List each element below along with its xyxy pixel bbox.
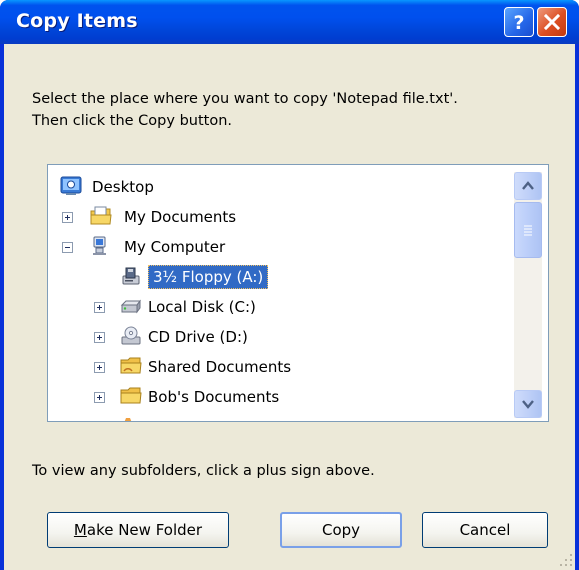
cancel-button[interactable]: Cancel bbox=[422, 512, 548, 548]
help-icon: ? bbox=[513, 12, 524, 34]
tree-item-label: 3½ Floppy (A:) bbox=[148, 265, 269, 289]
tree-item-label: My Computer bbox=[124, 238, 226, 256]
make-new-folder-button[interactable]: Make New Folder bbox=[47, 512, 229, 548]
tree-item-label: CD Drive (D:) bbox=[148, 328, 248, 346]
floppy-drive-icon bbox=[122, 267, 140, 285]
expand-toggle[interactable] bbox=[94, 332, 105, 343]
scroll-up-button[interactable] bbox=[514, 172, 542, 200]
scroll-thumb[interactable] bbox=[514, 202, 542, 258]
expand-toggle[interactable] bbox=[94, 362, 105, 373]
hard-disk-icon bbox=[120, 299, 141, 314]
my-documents-icon bbox=[90, 206, 112, 225]
expand-toggle[interactable] bbox=[94, 392, 105, 403]
tree-item-local-disk-c[interactable]: Local Disk (C:) bbox=[94, 295, 494, 321]
my-computer-icon bbox=[93, 236, 106, 255]
cd-drive-icon bbox=[121, 326, 141, 345]
tree-item-label: My Documents bbox=[124, 208, 237, 226]
tree-item-label: Desktop bbox=[92, 178, 154, 196]
tree-item-label: Shared Documents bbox=[148, 358, 292, 376]
tree-item-my-documents[interactable]: My Documents bbox=[62, 205, 502, 231]
chevron-down-icon bbox=[522, 400, 534, 409]
svg-text:?: ? bbox=[513, 12, 524, 34]
copy-button[interactable]: Copy bbox=[280, 512, 402, 548]
folder-icon bbox=[120, 387, 142, 404]
accelerator-letter: M bbox=[73, 521, 87, 539]
button-label: ake New Folder bbox=[86, 521, 203, 539]
tree-item-floppy-a[interactable]: 3½ Floppy (A:) bbox=[120, 265, 420, 291]
close-icon bbox=[543, 13, 561, 31]
folder-tree[interactable]: Desktop My Documents My Computer 3½ Flop… bbox=[47, 164, 549, 422]
tree-item-label: Local Disk (C:) bbox=[148, 298, 256, 316]
grip-lines-icon bbox=[524, 225, 532, 236]
expand-toggle[interactable] bbox=[94, 302, 105, 313]
scroll-down-button[interactable] bbox=[514, 390, 542, 418]
resize-grip-icon[interactable] bbox=[556, 550, 574, 568]
help-button[interactable]: ? bbox=[504, 7, 534, 37]
instructions-text: Select the place where you want to copy … bbox=[32, 88, 552, 132]
chevron-up-icon bbox=[522, 181, 534, 190]
collapse-toggle[interactable] bbox=[62, 242, 73, 253]
tree-item-shared-documents[interactable]: Shared Documents bbox=[94, 355, 494, 381]
tree-item-desktop[interactable]: Desktop bbox=[60, 175, 500, 201]
window-title: Copy Items bbox=[16, 10, 138, 32]
title-bar[interactable]: Copy Items ? bbox=[0, 0, 579, 44]
tree-item-cd-drive-d[interactable]: CD Drive (D:) bbox=[94, 325, 494, 351]
desktop-icon bbox=[60, 176, 82, 195]
tree-item-label: Bob's Documents bbox=[148, 388, 280, 406]
tree-item-my-computer[interactable]: My Computer bbox=[62, 235, 502, 261]
tree-vertical-scrollbar[interactable] bbox=[514, 172, 542, 418]
shared-folder-icon bbox=[120, 357, 142, 374]
button-label: Cancel bbox=[459, 521, 511, 539]
instructions-line-2: Then click the Copy button. bbox=[32, 113, 233, 129]
close-button[interactable] bbox=[537, 7, 567, 37]
copy-items-dialog: Copy Items ? Select the place where you … bbox=[0, 0, 579, 570]
subfolder-hint: To view any subfolders, click a plus sig… bbox=[32, 463, 375, 479]
partial-folder-icon bbox=[124, 418, 132, 421]
instructions-line-1: Select the place where you want to copy … bbox=[32, 91, 458, 107]
button-label: Copy bbox=[321, 521, 361, 539]
tree-item-bobs-documents[interactable]: Bob's Documents bbox=[94, 385, 494, 411]
expand-toggle[interactable] bbox=[62, 212, 73, 223]
